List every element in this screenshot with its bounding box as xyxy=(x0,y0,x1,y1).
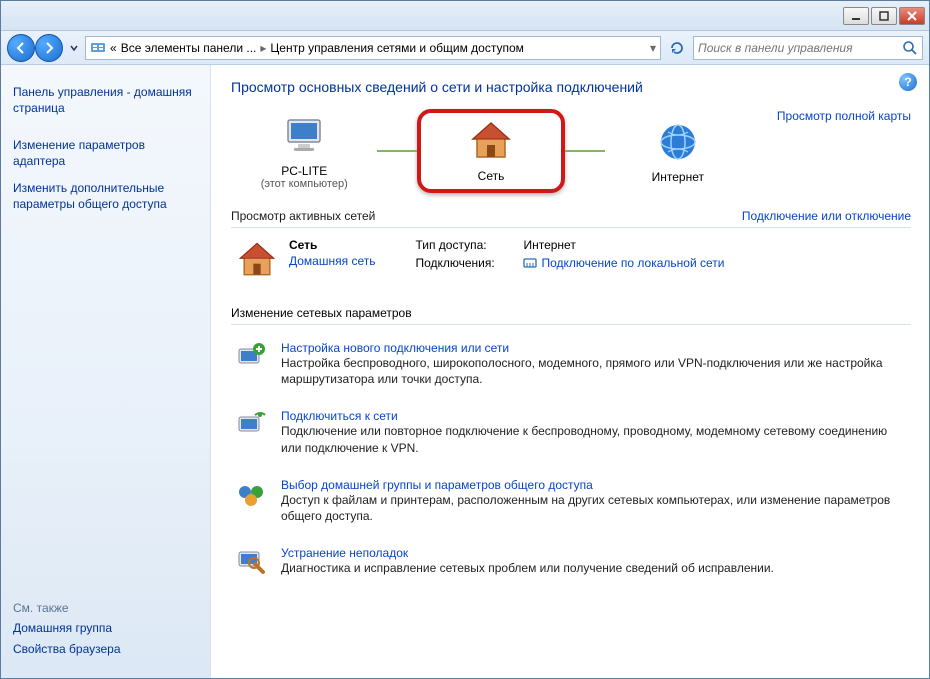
navbar: « Все элементы панели ... ▸ Центр управл… xyxy=(1,31,929,65)
search-bar[interactable] xyxy=(693,36,923,60)
control-panel-icon xyxy=(90,40,106,56)
task-description: Настройка беспроводного, широкополосного… xyxy=(281,355,907,387)
house-icon xyxy=(467,117,515,165)
globe-icon xyxy=(654,118,702,166)
search-input[interactable] xyxy=(698,41,902,55)
page-title: Просмотр основных сведений о сети и наст… xyxy=(231,79,911,95)
main-content: ? Просмотр основных сведений о сети и на… xyxy=(211,65,929,678)
task-title-link[interactable]: Подключиться к сети xyxy=(281,409,398,423)
sidebar-see-also-label: См. также xyxy=(13,601,198,615)
network-map-node-internet: Интернет xyxy=(605,118,751,184)
sidebar-browser-link[interactable]: Свойства браузера xyxy=(13,642,198,658)
map-connection-line xyxy=(377,150,417,152)
connect-network-icon xyxy=(235,409,267,441)
titlebar xyxy=(1,1,929,31)
view-full-map-link[interactable]: Просмотр полной карты xyxy=(777,109,911,123)
connect-disconnect-link[interactable]: Подключение или отключение xyxy=(742,209,911,223)
connections-label: Подключения: xyxy=(415,256,515,270)
access-type-label: Тип доступа: xyxy=(415,238,515,252)
homegroup-icon xyxy=(235,478,267,510)
close-button[interactable] xyxy=(899,7,925,25)
breadcrumb-prefix: « xyxy=(110,41,117,55)
task-new-connection[interactable]: Настройка нового подключения или сети На… xyxy=(231,333,911,401)
task-homegroup[interactable]: Выбор домашней группы и параметров общег… xyxy=(231,470,911,538)
house-icon xyxy=(235,238,279,282)
ethernet-icon xyxy=(523,256,537,270)
task-title-link[interactable]: Настройка нового подключения или сети xyxy=(281,341,509,355)
node-pc-sublabel: (этот компьютер) xyxy=(261,178,348,190)
minimize-button[interactable] xyxy=(843,7,869,25)
breadcrumb-dropdown[interactable]: ▾ xyxy=(650,41,656,55)
connection-link[interactable]: Подключение по локальной сети xyxy=(541,256,724,270)
search-icon[interactable] xyxy=(902,40,918,56)
map-connection-line xyxy=(565,150,605,152)
nav-back-button[interactable] xyxy=(7,34,35,62)
nav-forward-button[interactable] xyxy=(35,34,63,62)
new-connection-icon xyxy=(235,341,267,373)
nav-history-dropdown[interactable] xyxy=(67,44,81,52)
help-icon[interactable]: ? xyxy=(899,73,917,91)
window: « Все элементы панели ... ▸ Центр управл… xyxy=(0,0,930,679)
computer-icon xyxy=(280,112,328,160)
sidebar-adapter-link[interactable]: Изменение параметров адаптера xyxy=(13,138,198,169)
troubleshoot-icon xyxy=(235,546,267,578)
active-networks-title: Просмотр активных сетей xyxy=(231,209,375,223)
change-settings-title: Изменение сетевых параметров xyxy=(231,302,911,325)
task-description: Доступ к файлам и принтерам, расположенн… xyxy=(281,492,907,524)
sidebar-homegroup-link[interactable]: Домашняя группа xyxy=(13,621,198,637)
node-internet-label: Интернет xyxy=(652,170,704,184)
task-connect-network[interactable]: Подключиться к сети Подключение или повт… xyxy=(231,401,911,469)
network-type-link[interactable]: Домашняя сеть xyxy=(289,254,375,268)
task-troubleshoot[interactable]: Устранение неполадок Диагностика и испра… xyxy=(231,538,911,592)
chevron-right-icon[interactable]: ▸ xyxy=(260,41,266,55)
task-title-link[interactable]: Устранение неполадок xyxy=(281,546,408,560)
breadcrumb-bar[interactable]: « Все элементы панели ... ▸ Центр управл… xyxy=(85,36,661,60)
task-description: Диагностика и исправление сетевых пробле… xyxy=(281,560,774,576)
network-map-node-pc: PC-LITE (этот компьютер) xyxy=(231,112,377,190)
maximize-button[interactable] xyxy=(871,7,897,25)
breadcrumb-item[interactable]: Центр управления сетями и общим доступом xyxy=(270,41,524,55)
sidebar: Панель управления - домашняя страница Из… xyxy=(1,65,211,678)
network-map-node-network[interactable]: Сеть xyxy=(417,109,564,193)
access-type-value: Интернет xyxy=(523,238,575,252)
task-description: Подключение или повторное подключение к … xyxy=(281,423,907,455)
sidebar-home-link[interactable]: Панель управления - домашняя страница xyxy=(13,85,198,116)
node-pc-label: PC-LITE xyxy=(281,164,327,178)
network-name: Сеть xyxy=(289,238,375,252)
refresh-button[interactable] xyxy=(665,36,689,60)
sidebar-sharing-link[interactable]: Изменить дополнительные параметры общего… xyxy=(13,181,198,212)
node-network-label: Сеть xyxy=(478,169,505,183)
task-title-link[interactable]: Выбор домашней группы и параметров общег… xyxy=(281,478,593,492)
breadcrumb-item[interactable]: Все элементы панели ... xyxy=(121,41,257,55)
